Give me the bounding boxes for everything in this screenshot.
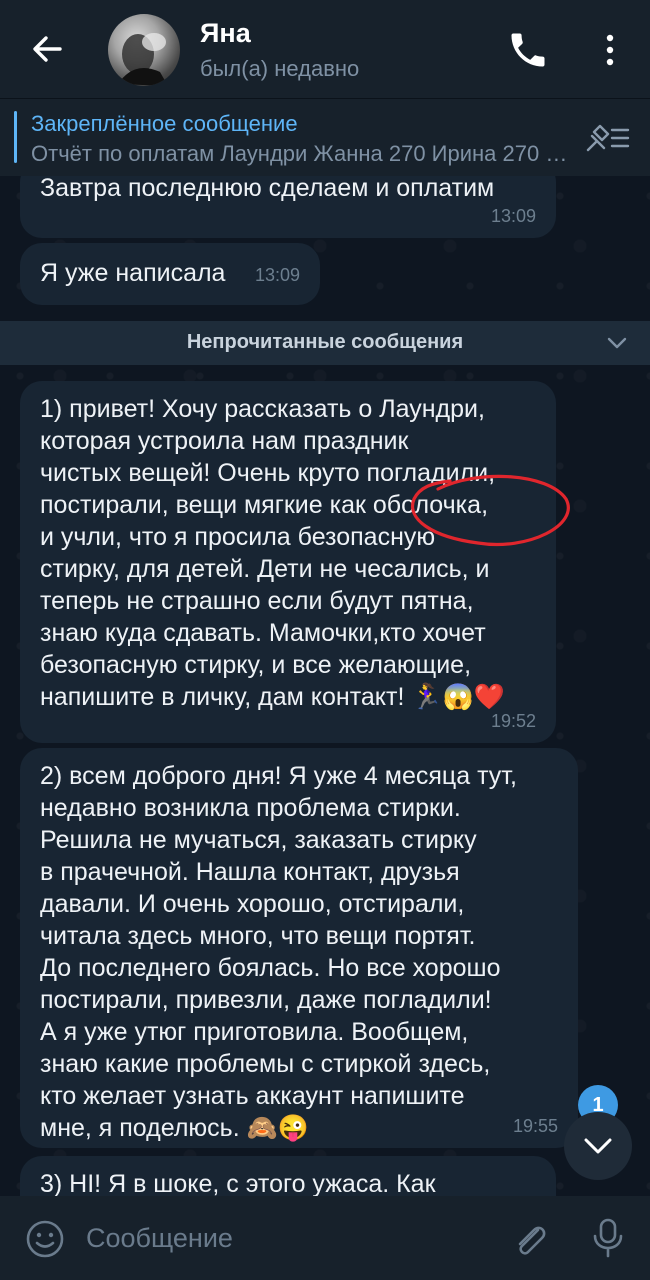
unread-divider: Непрочитанные сообщения — [0, 321, 650, 365]
message-input[interactable] — [86, 1216, 496, 1260]
message-time: 19:55 — [512, 1116, 558, 1136]
pinned-indicator — [14, 111, 17, 163]
message-text: 3) HI! Я в шоке, с этого ужаса. Как — [40, 1170, 436, 1196]
message-bubble[interactable]: 1) привет! Хочу рассказать о Лаундри, ко… — [20, 381, 570, 743]
pinned-title: Закреплённое сообщение — [31, 111, 298, 136]
chevron-down-icon — [584, 1138, 612, 1154]
avatar-image — [118, 33, 168, 86]
avatar[interactable] — [108, 14, 180, 86]
pin-list-icon — [586, 124, 630, 152]
call-button[interactable] — [506, 28, 550, 72]
pinned-list-button[interactable] — [584, 120, 630, 156]
chat-header: Яна был(а) недавно — [0, 0, 650, 98]
microphone-button[interactable] — [590, 1216, 626, 1260]
more-options-button[interactable] — [590, 28, 630, 72]
unread-divider-label: Непрочитанные сообщения — [186, 331, 464, 353]
message-text: Завтра последнюю сделаем и оплатим — [40, 176, 495, 202]
chat-status: был(а) недавно — [200, 56, 360, 81]
arrow-left-icon — [33, 36, 62, 62]
attach-button[interactable] — [508, 1216, 550, 1260]
back-button[interactable] — [24, 26, 70, 72]
pinned-text: Отчёт по оплатам Лаундри Жанна 270 Ирина… — [31, 141, 576, 166]
microphone-icon — [593, 1218, 623, 1258]
pinned-message-bar[interactable]: Закреплённое сообщение Отчёт по оплатам … — [0, 98, 650, 176]
smile-icon — [26, 1220, 64, 1258]
scroll-down-button[interactable] — [564, 1112, 632, 1180]
phone-icon — [511, 33, 545, 67]
message-bubble[interactable]: 2) всем доброго дня! Я уже 4 месяца тут,… — [20, 748, 578, 1148]
chevron-down-icon[interactable] — [605, 333, 629, 353]
message-time: 19:52 — [490, 711, 536, 731]
more-vertical-icon — [606, 34, 614, 66]
message-bubble[interactable]: 3) HI! Я в шоке, с этого ужаса. Как — [20, 1156, 556, 1196]
emoji-button[interactable] — [24, 1218, 66, 1260]
message-bubble[interactable]: Я уже написала 13:09 — [20, 243, 320, 305]
message-bubble[interactable]: Завтра последнюю сделаем и оплатим 13:09 — [20, 176, 556, 238]
message-time: 13:09 — [490, 206, 536, 226]
message-list[interactable]: Завтра последнюю сделаем и оплатим 13:09… — [0, 176, 650, 1196]
chat-title[interactable]: Яна — [200, 18, 251, 49]
composer-bar — [0, 1196, 650, 1280]
paperclip-icon — [518, 1226, 546, 1255]
message-time: 13:09 — [254, 265, 300, 285]
annotation-circle — [411, 474, 570, 546]
message-text: 2) всем доброго дня! Я уже 4 месяца тут,… — [40, 762, 517, 1142]
